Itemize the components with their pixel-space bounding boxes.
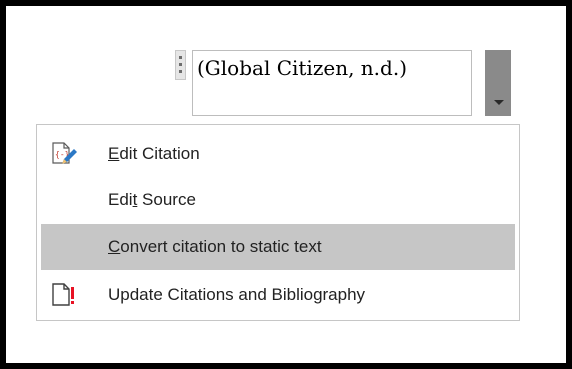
citation-drag-handle[interactable] xyxy=(175,50,186,80)
menu-item-edit-citation[interactable]: {-} Edit Citation xyxy=(37,131,519,177)
menu-item-label: Convert citation to static text xyxy=(108,237,322,256)
menu-item-label: Edit Source xyxy=(108,190,196,209)
citation-text[interactable]: (Global Citizen, n.d.) xyxy=(197,56,407,80)
chevron-down-icon xyxy=(494,100,504,105)
citation-dropdown-button[interactable] xyxy=(485,50,511,116)
handle-dot xyxy=(179,63,182,66)
menu-item-update-citations[interactable]: Update Citations and Bibliography xyxy=(37,272,519,318)
handle-dot xyxy=(179,70,182,73)
menu-item-label: Edit Citation xyxy=(108,144,200,163)
update-citations-icon xyxy=(49,281,77,309)
menu-item-edit-source[interactable]: Edit Source xyxy=(37,177,519,223)
edit-citation-icon: {-} xyxy=(49,140,77,168)
handle-dot xyxy=(179,56,182,59)
menu-item-label: Update Citations and Bibliography xyxy=(108,285,366,304)
menu-item-convert-citation[interactable]: Convert citation to static text xyxy=(41,224,515,270)
citation-options-menu: {-} Edit Citation Edit Source Convert ci… xyxy=(36,124,520,321)
